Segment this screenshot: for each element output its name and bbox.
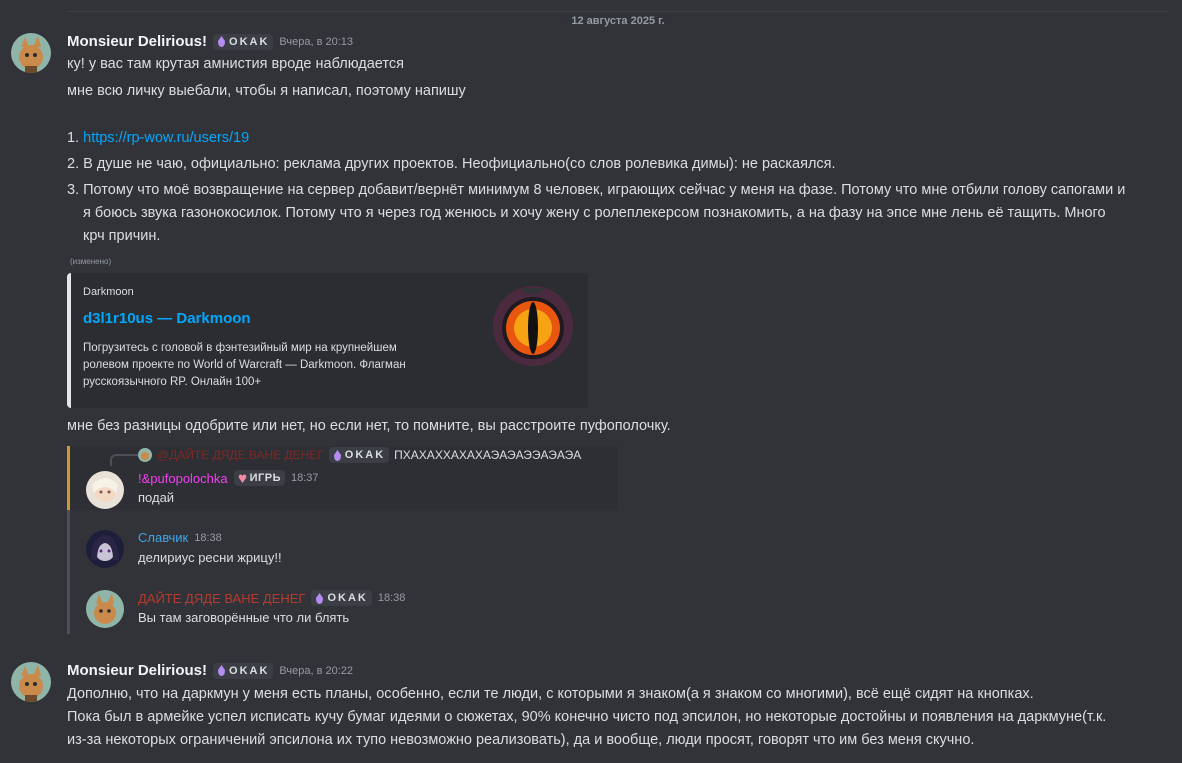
message-header: ДАЙТЕ ДЯДЕ ВАНЕ ДЕНЕГ OKAK 18:38 — [138, 590, 405, 606]
reply-author: @ДАЙТЕ ДЯДЕ ВАНЕ ДЕНЕГ — [157, 448, 324, 462]
message-line: Пока был в армейке успел исписать кучу б… — [67, 709, 1107, 725]
message-text: подай — [138, 490, 175, 505]
date-divider: 12 августа 2025 г. — [68, 11, 1168, 27]
guild-tag[interactable]: ИГРЬ — [233, 470, 286, 486]
message-line: ку! у вас там крутая амнистия вроде набл… — [67, 56, 404, 72]
message-timestamp[interactable]: Вчера, в 20:22 — [279, 665, 353, 677]
embed-description-line: русскоязычного RP. Онлайн 100+ — [83, 376, 262, 388]
reply-avatar — [138, 448, 152, 462]
list-text: Потому что моё возвращение на сервер доб… — [83, 182, 1126, 198]
list-item: 2. В душе не чаю, официально: реклама др… — [67, 156, 836, 172]
thread-rail — [67, 510, 70, 634]
highlight-bar — [67, 446, 70, 510]
message-text: Вы там заговорённые что ли блять — [138, 610, 350, 625]
message-line: мне всю личку выебали, чтобы я написал, … — [67, 83, 466, 99]
message-timestamp[interactable]: 18:38 — [378, 592, 406, 604]
list-number: 3. — [67, 182, 80, 198]
guild-tag-label: OKAK — [344, 449, 386, 461]
message-author[interactable]: Славчик — [138, 530, 188, 545]
fire-gem-icon — [316, 592, 324, 604]
list-number: 2. — [67, 156, 80, 172]
guild-tag-label: ИГРЬ — [249, 472, 282, 484]
guild-tag[interactable]: OKAK — [213, 662, 274, 679]
guild-tag[interactable]: OKAK — [213, 33, 274, 50]
guild-tag-label: OKAK — [229, 35, 270, 48]
avatar[interactable] — [11, 33, 51, 73]
message-timestamp[interactable]: Вчера, в 20:13 — [279, 36, 353, 48]
avatar[interactable] — [86, 471, 124, 509]
embed-title[interactable]: d3l1r10us — Darkmoon — [83, 310, 251, 327]
guild-tag-label: OKAK — [327, 592, 368, 604]
message-header: Славчик 18:38 — [138, 530, 222, 545]
message-timestamp[interactable]: 18:38 — [194, 532, 222, 544]
edited-label: (изменено) — [70, 257, 112, 266]
list-item: 1. https://rp-wow.ru/users/19 — [67, 130, 249, 146]
message-author[interactable]: Monsieur Delirious! — [67, 662, 207, 679]
message-header: Monsieur Delirious! OKAK Вчера, в 20:13 — [67, 33, 353, 50]
avatar[interactable] — [11, 662, 51, 702]
avatar[interactable] — [86, 590, 124, 628]
message-text: делириус ресни жрицу!! — [138, 550, 282, 565]
profile-link[interactable]: https://rp-wow.ru/users/19 — [83, 130, 249, 146]
guild-tag[interactable]: OKAK — [311, 590, 372, 606]
message-line: мне без разницы одобрите или нет, но есл… — [67, 418, 671, 434]
fire-gem-icon — [218, 36, 226, 47]
message-timestamp[interactable]: 18:37 — [291, 472, 319, 484]
date-divider-label: 12 августа 2025 г. — [565, 15, 671, 27]
embed-description-line: Погрузитесь с головой в фэнтезийный мир … — [83, 342, 397, 354]
message-header: !&pufopolochka ИГРЬ 18:37 — [138, 470, 319, 486]
message-author[interactable]: !&pufopolochka — [138, 471, 228, 486]
avatar[interactable] — [86, 530, 124, 568]
fire-gem-icon — [333, 449, 341, 461]
link-embed: Darkmoon d3l1r10us — Darkmoon Погрузитес… — [67, 273, 588, 408]
message-author[interactable]: ДАЙТЕ ДЯДЕ ВАНЕ ДЕНЕГ — [138, 591, 305, 606]
message-line: Дополню, что на даркмун у меня есть план… — [67, 686, 1034, 702]
list-text-continued: крч причин. — [83, 228, 161, 244]
guild-tag: OKAK — [328, 447, 390, 463]
embed-provider: Darkmoon — [83, 286, 134, 298]
embed-thumbnail-eye-logo[interactable] — [491, 284, 575, 368]
list-text: В душе не чаю, официально: реклама други… — [83, 156, 836, 172]
reply-snippet: ПХАХАХХАХАХАЭАЭАЭЭАЭАЭА — [394, 448, 582, 462]
list-number: 1. — [67, 130, 80, 146]
message-header: Monsieur Delirious! OKAK Вчера, в 20:22 — [67, 662, 353, 679]
embed-description: Погрузитесь с головой в фэнтезийный мир … — [83, 340, 406, 391]
message-author[interactable]: Monsieur Delirious! — [67, 33, 207, 50]
guild-tag-label: OKAK — [229, 664, 270, 677]
list-text-continued: я боюсь звука газонокосилок. Потому что … — [83, 205, 1106, 221]
fire-gem-icon — [218, 665, 226, 676]
embed-description-line: ролевом проекте по World of Warcraft — D… — [83, 359, 406, 371]
reply-reference[interactable]: @ДАЙТЕ ДЯДЕ ВАНЕ ДЕНЕГ OKAK ПХАХАХХАХАХА… — [138, 447, 581, 463]
reply-spine — [110, 454, 138, 466]
message-line: из-за некоторых ограничений эпсилона их … — [67, 732, 975, 748]
list-item: 3. Потому что моё возвращение на сервер … — [67, 182, 1125, 198]
heart-icon — [238, 474, 246, 483]
